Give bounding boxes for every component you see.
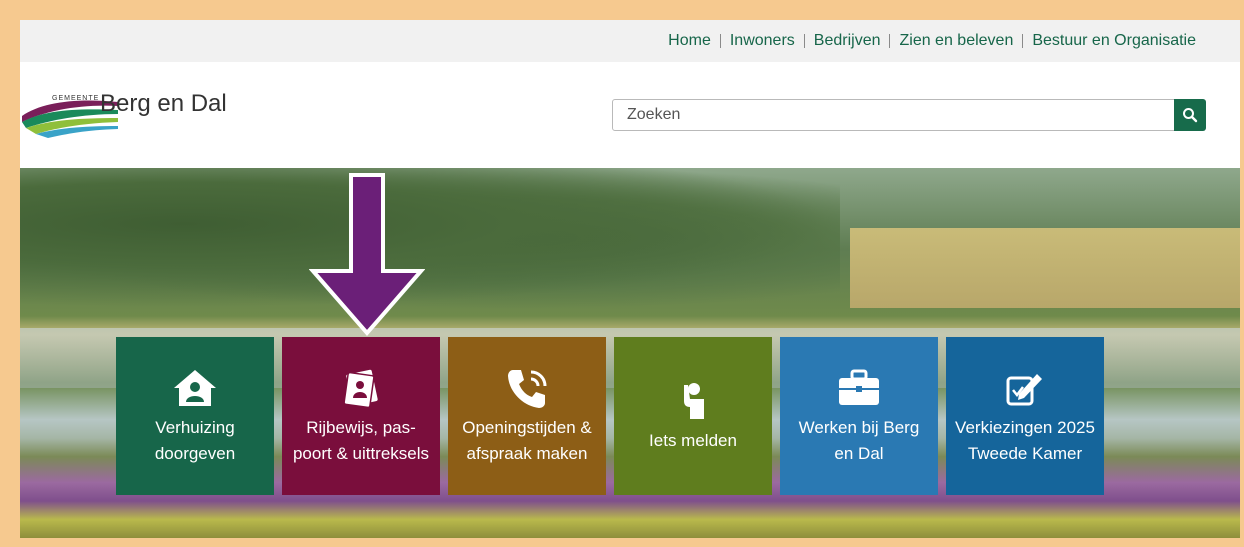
nav-link-bestuur[interactable]: Bestuur en Organisatie (1032, 32, 1196, 50)
phone-call-icon (505, 365, 549, 411)
nav-item-home[interactable]: Home (668, 32, 730, 50)
nav-link-bedrijven[interactable]: Bedrijven (814, 32, 881, 50)
nav-item-zien-en-beleven[interactable]: Zien en beleven (899, 32, 1032, 50)
briefcase-icon (837, 365, 881, 411)
nav-separator (889, 34, 891, 48)
tile-openingstijden[interactable]: Openingstijden & afspraak maken (448, 337, 606, 495)
tile-iets-melden-label: Iets melden (649, 431, 737, 450)
tile-verhuizing[interactable]: Verhuizing doorgeven (116, 337, 274, 495)
search-input[interactable] (612, 99, 1178, 131)
hero-field (850, 228, 1240, 308)
tile-verkiezingen[interactable]: Verkiezingen 2025 Tweede Kamer (946, 337, 1104, 495)
nav-item-bedrijven[interactable]: Bedrijven (814, 32, 900, 50)
nav-link-zien-en-beleven[interactable]: Zien en beleven (899, 32, 1013, 50)
tile-verhuizing-label: Verhuizing doorgeven (154, 418, 236, 463)
id-document-icon (341, 365, 381, 411)
tile-werken-bij[interactable]: Werken bij Berg en Dal (780, 337, 938, 495)
quick-link-tiles: Verhuizing doorgeven Rijbewijs, pas-poor… (116, 337, 1104, 495)
nav-separator (719, 34, 721, 48)
site-logo[interactable]: GEMEENTE Berg en Dal (22, 90, 232, 140)
nav-separator (803, 34, 805, 48)
house-person-icon (172, 365, 218, 411)
hand-report-icon (678, 378, 708, 424)
ballot-pen-icon (1005, 365, 1045, 411)
tile-iets-melden[interactable]: Iets melden (614, 337, 772, 495)
nav-link-home[interactable]: Home (668, 32, 711, 50)
purple-arrow-annotation (309, 173, 425, 337)
browser-frame: Home Inwoners Bedrijven Zien en beleven … (20, 20, 1240, 538)
tile-werken-bij-label: Werken bij Berg en Dal (798, 418, 920, 463)
tile-rijbewijs[interactable]: Rijbewijs, pas-poort & uittreksels (282, 337, 440, 495)
nav-link-inwoners[interactable]: Inwoners (730, 32, 795, 50)
nav-separator (1022, 34, 1024, 48)
search-bar (612, 99, 1207, 133)
logo-name-text: Berg en Dal (100, 90, 227, 117)
search-button[interactable] (1174, 99, 1206, 131)
hero-trees (20, 168, 840, 308)
nav-item-inwoners[interactable]: Inwoners (730, 32, 814, 50)
site-header: GEMEENTE Berg en Dal (20, 62, 1240, 168)
logo-gemeente-text: GEMEENTE (52, 95, 100, 102)
nav-item-bestuur[interactable]: Bestuur en Organisatie (1032, 32, 1196, 50)
search-icon (1183, 108, 1198, 123)
top-navigation: Home Inwoners Bedrijven Zien en beleven … (20, 20, 1240, 62)
tile-rijbewijs-label: Rijbewijs, pas-poort & uittreksels (292, 418, 430, 463)
tile-verkiezingen-label: Verkiezingen 2025 Tweede Kamer (955, 418, 1095, 463)
tile-openingstijden-label: Openingstijden & afspraak maken (462, 418, 592, 463)
